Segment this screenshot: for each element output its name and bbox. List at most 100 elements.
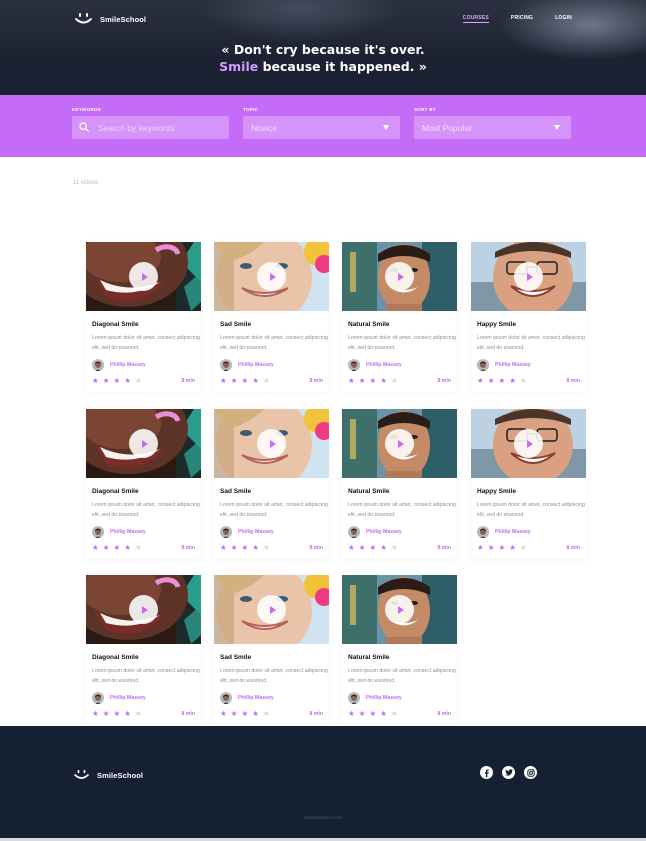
author-name[interactable]: Phillip Massey (495, 362, 531, 368)
author-name[interactable]: Phillip Massey (110, 695, 146, 701)
video-thumbnail[interactable] (86, 242, 201, 311)
author-name[interactable]: Phillip Massey (495, 529, 531, 535)
video-author: Phillip Massey (220, 359, 274, 371)
topic-select[interactable]: Novice (243, 116, 400, 139)
video-card-diagonal-smile[interactable]: Diagonal Smile Lorem ipsum dolor sit amet… (86, 242, 201, 392)
author-name[interactable]: Phillip Massey (110, 529, 146, 535)
video-card-sad-smile[interactable]: Sad Smile Lorem ipsum dolor sit amet, con… (214, 242, 329, 392)
video-card-natural-smile[interactable]: Natural Smile Lorem ipsum dolor sit amet,… (342, 409, 457, 559)
play-button[interactable] (385, 595, 414, 624)
video-author: Phillip Massey (92, 359, 146, 371)
video-title: Natural Smile (348, 321, 390, 328)
star-icon: ★ (230, 709, 238, 718)
play-icon (397, 605, 404, 614)
video-thumbnail[interactable] (342, 242, 457, 311)
video-title: Sad Smile (220, 321, 252, 328)
brand-logo[interactable]: SmileSchool (74, 12, 146, 26)
play-button[interactable] (129, 595, 158, 624)
video-duration: 8 min (181, 545, 195, 551)
video-author: Phillip Massey (348, 526, 402, 538)
star-rating: ★ ★ ★ ★ ★ (92, 377, 142, 385)
star-icon: ★ (509, 376, 516, 385)
video-card-happy-smile[interactable]: Happy Smile Lorem ipsum dolor sit amet, c… (471, 242, 586, 392)
video-title: Diagonal Smile (92, 321, 139, 328)
avatar (92, 526, 104, 538)
quote-line-2: Smile because it happened. » (0, 58, 646, 75)
star-icon: ★ (509, 543, 516, 552)
footer-logo[interactable]: SmileSchool (73, 769, 143, 781)
video-thumbnail[interactable] (86, 575, 201, 644)
avatar (477, 526, 489, 538)
nav-pricing[interactable]: PRICING (511, 15, 533, 23)
star-rating: ★ ★ ★ ★ ★ (92, 710, 142, 718)
play-button[interactable] (257, 429, 286, 458)
video-card-sad-smile[interactable]: Sad Smile Lorem ipsum dolor sit amet, con… (214, 409, 329, 559)
video-thumbnail[interactable] (86, 409, 201, 478)
sort-label: SORT BY (414, 107, 437, 112)
star-icon: ★ (390, 709, 398, 718)
twitter-icon[interactable] (502, 766, 515, 779)
instagram-icon[interactable] (524, 766, 537, 779)
video-thumbnail[interactable] (471, 242, 586, 311)
video-thumbnail[interactable] (214, 409, 329, 478)
play-button[interactable] (514, 262, 543, 291)
star-icon: ★ (477, 376, 484, 385)
author-name[interactable]: Phillip Massey (366, 529, 402, 535)
video-thumbnail[interactable] (214, 242, 329, 311)
video-thumbnail[interactable] (214, 575, 329, 644)
facebook-icon[interactable] (480, 766, 493, 779)
video-title: Sad Smile (220, 488, 252, 495)
video-author: Phillip Massey (220, 692, 274, 704)
avatar (220, 526, 232, 538)
star-icon: ★ (380, 376, 387, 385)
video-card-sad-smile[interactable]: Sad Smile Lorem ipsum dolor sit amet, con… (214, 575, 329, 725)
video-card-happy-smile[interactable]: Happy Smile Lorem ipsum dolor sit amet, c… (471, 409, 586, 559)
star-icon: ★ (220, 709, 227, 718)
author-name[interactable]: Phillip Massey (238, 695, 274, 701)
nav-login[interactable]: LOGIN (555, 15, 572, 23)
video-duration: 8 min (566, 545, 580, 551)
hero-header: SmileSchool COURSES PRICING LOGIN « Don'… (0, 0, 646, 95)
star-icon: ★ (241, 709, 249, 718)
brand-name: SmileSchool (100, 14, 147, 24)
author-name[interactable]: Phillip Massey (110, 362, 146, 368)
author-name[interactable]: Phillip Massey (238, 529, 274, 535)
star-icon: ★ (252, 376, 259, 385)
video-thumbnail[interactable] (342, 409, 457, 478)
star-icon: ★ (348, 376, 355, 385)
author-name[interactable]: Phillip Massey (366, 695, 402, 701)
star-icon: ★ (113, 543, 121, 552)
star-rating: ★ ★ ★ ★ ★ (220, 377, 270, 385)
video-author: Phillip Massey (348, 359, 402, 371)
star-icon: ★ (124, 543, 131, 552)
video-title: Diagonal Smile (92, 654, 139, 661)
video-card-natural-smile[interactable]: Natural Smile Lorem ipsum dolor sit amet,… (342, 575, 457, 725)
star-icon: ★ (113, 709, 121, 718)
play-icon (141, 272, 148, 281)
play-button[interactable] (257, 595, 286, 624)
play-button[interactable] (514, 429, 543, 458)
star-icon: ★ (134, 543, 142, 552)
video-thumbnail[interactable] (471, 409, 586, 478)
nav-courses[interactable]: COURSES (462, 15, 489, 23)
search-input[interactable] (98, 122, 218, 133)
video-card-natural-smile[interactable]: Natural Smile Lorem ipsum dolor sit amet,… (342, 242, 457, 392)
play-button[interactable] (257, 262, 286, 291)
chevron-down-icon (383, 125, 389, 130)
video-description: Lorem ipsum dolor sit amet, consect adip… (348, 502, 456, 518)
play-button[interactable] (129, 429, 158, 458)
play-button[interactable] (385, 262, 414, 291)
hero-quote: « Don't cry because it's over. Smile bec… (0, 41, 646, 75)
star-icon: ★ (358, 376, 366, 385)
video-thumbnail[interactable] (342, 575, 457, 644)
star-icon: ★ (252, 709, 259, 718)
sort-select[interactable]: Most Popular (414, 116, 571, 139)
star-rating: ★ ★ ★ ★ ★ (220, 544, 270, 552)
author-name[interactable]: Phillip Massey (366, 362, 402, 368)
video-card-diagonal-smile[interactable]: Diagonal Smile Lorem ipsum dolor sit amet… (86, 575, 201, 725)
video-title: Diagonal Smile (92, 488, 139, 495)
play-button[interactable] (129, 262, 158, 291)
play-button[interactable] (385, 429, 414, 458)
author-name[interactable]: Phillip Massey (238, 362, 274, 368)
video-card-diagonal-smile[interactable]: Diagonal Smile Lorem ipsum dolor sit amet… (86, 409, 201, 559)
